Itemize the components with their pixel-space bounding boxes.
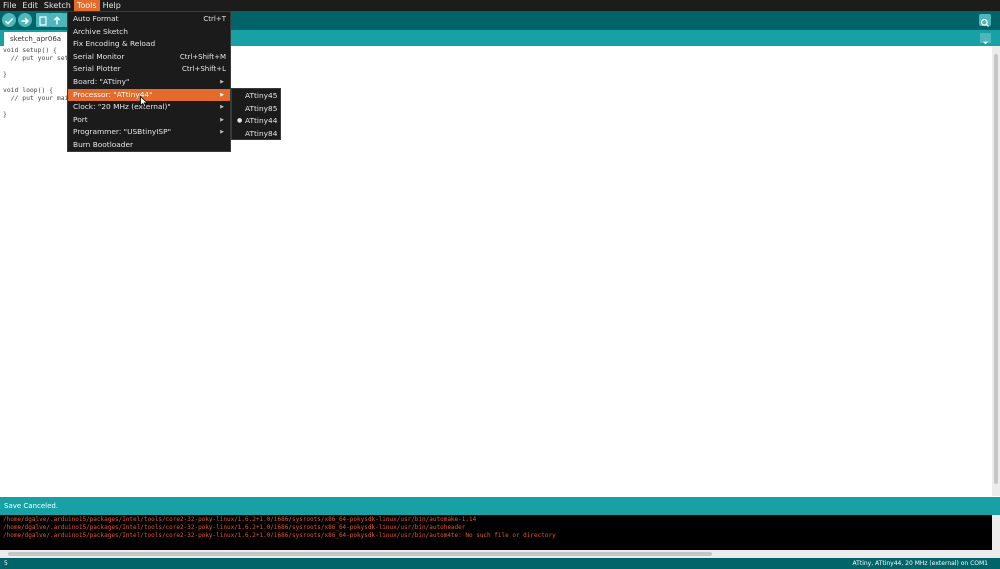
menu-item-label: Clock: "20 MHz (external)" xyxy=(73,102,171,112)
console-line: /home/dgalve/.arduino15/packages/Intel/t… xyxy=(3,532,556,539)
menu-item-label: Board: "ATtiny" xyxy=(73,76,130,86)
submenu-item-attiny45[interactable]: ATtiny45 xyxy=(232,90,280,103)
console-scrollbar-thumb[interactable] xyxy=(8,552,712,556)
menu-item-port[interactable]: Port ▶ xyxy=(68,114,230,127)
menu-item-label: Port xyxy=(73,114,88,124)
console-line: /home/dgalve/.arduino15/packages/Intel/t… xyxy=(3,524,466,531)
menu-item-auto-format[interactable]: Auto Format Ctrl+T xyxy=(68,13,230,26)
line-number: 5 xyxy=(4,560,8,567)
serial-monitor-button[interactable] xyxy=(979,14,991,28)
submenu-item-attiny84[interactable]: ATtiny84 xyxy=(232,128,280,141)
submenu-arrow-icon: ▶ xyxy=(220,104,224,111)
menu-item-label: Archive Sketch xyxy=(73,26,128,36)
menu-item-board[interactable]: Board: "ATtiny" ▶ xyxy=(68,76,230,89)
checkmark-icon xyxy=(4,18,14,25)
submenu-item-label: ATtiny44 xyxy=(245,116,278,125)
submenu-item-attiny85[interactable]: ATtiny85 xyxy=(232,103,280,116)
menu-item-serial-monitor[interactable]: Serial Monitor Ctrl+Shift+M xyxy=(68,51,230,64)
editor-scrollbar[interactable] xyxy=(992,46,1000,496)
footer-bar: 5 ATtiny, ATtiny44, 20 MHz (external) on… xyxy=(0,558,1000,569)
menu-item-burn-bootloader[interactable]: Burn Bootloader xyxy=(68,139,230,152)
open-button[interactable] xyxy=(50,13,64,27)
submenu-arrow-icon: ▶ xyxy=(220,129,224,136)
menu-item-label: Serial Plotter xyxy=(73,64,121,74)
submenu-item-label: ATtiny85 xyxy=(245,103,278,113)
submenu-arrow-icon: ▶ xyxy=(220,116,224,123)
tools-menu: Auto Format Ctrl+T Archive Sketch Fix En… xyxy=(67,11,231,152)
submenu-item-label: ATtiny84 xyxy=(245,128,278,138)
arrow-right-icon xyxy=(21,17,30,25)
submenu-item-attiny44[interactable]: ● ATtiny44 xyxy=(232,115,280,128)
submenu-arrow-icon: ▶ xyxy=(220,78,224,85)
menu-item-label: Fix Encoding & Reload xyxy=(73,39,156,49)
menu-item-label: Serial Monitor xyxy=(73,51,125,61)
submenu-arrow-icon: ▶ xyxy=(220,91,224,98)
processor-submenu: ATtiny45 ATtiny85 ● ATtiny44 ATtiny84 xyxy=(231,88,281,140)
mouse-cursor-icon xyxy=(140,96,148,108)
selected-bullet-icon: ● xyxy=(237,117,243,124)
verify-button[interactable] xyxy=(2,13,16,27)
menu-item-shortcut: Ctrl+Shift+M xyxy=(179,52,226,61)
editor-scrollbar-thumb[interactable] xyxy=(994,54,998,484)
menu-item-archive-sketch[interactable]: Archive Sketch xyxy=(68,26,230,39)
menu-item-clock[interactable]: Clock: "20 MHz (external)" ▶ xyxy=(68,101,230,114)
status-message: Save Canceled. xyxy=(4,502,59,510)
menu-tools[interactable]: Tools xyxy=(73,0,100,11)
menu-item-label: Programmer: "USBtinyISP" xyxy=(73,127,171,137)
menu-item-shortcut: Ctrl+Shift+L xyxy=(182,65,226,74)
menu-item-shortcut: Ctrl+T xyxy=(203,15,226,23)
menu-item-label: Auto Format xyxy=(73,14,119,23)
menu-item-processor[interactable]: Processor: "ATtiny44" ▶ xyxy=(68,88,230,102)
new-file-icon xyxy=(39,16,47,26)
upload-button[interactable] xyxy=(18,13,32,27)
status-bar: Save Canceled. xyxy=(0,497,1000,515)
new-button[interactable] xyxy=(36,13,50,27)
menu-item-programmer[interactable]: Programmer: "USBtinyISP" ▶ xyxy=(68,126,230,139)
menu-bar: File Edit Sketch Tools Help xyxy=(0,0,1000,11)
arduino-ide-window: File Edit Sketch Tools Help sketch_apr06… xyxy=(0,0,1000,569)
board-info: ATtiny, ATtiny44, 20 MHz (external) on C… xyxy=(852,560,988,567)
submenu-item-label: ATtiny45 xyxy=(245,91,278,100)
menu-sketch[interactable]: Sketch xyxy=(41,0,74,11)
menu-item-label: Burn Bootloader xyxy=(73,139,134,149)
serial-monitor-icon xyxy=(980,18,990,28)
menu-edit[interactable]: Edit xyxy=(19,0,41,11)
menu-help[interactable]: Help xyxy=(100,0,124,11)
console-vertical-scrollbar[interactable] xyxy=(992,515,1000,550)
tab-sketch[interactable]: sketch_apr06a xyxy=(4,32,68,46)
menu-item-fix-encoding[interactable]: Fix Encoding & Reload xyxy=(68,38,230,51)
arrow-up-icon xyxy=(53,16,61,25)
console-horizontal-scrollbar[interactable] xyxy=(0,550,1000,558)
console-line: /home/dgalve/.arduino15/packages/Intel/t… xyxy=(3,516,477,523)
menu-item-serial-plotter[interactable]: Serial Plotter Ctrl+Shift+L xyxy=(68,63,230,76)
console-output[interactable]: /home/dgalve/.arduino15/packages/Intel/t… xyxy=(0,515,992,550)
menu-file[interactable]: File xyxy=(0,0,19,11)
tab-menu-button[interactable] xyxy=(980,33,991,45)
